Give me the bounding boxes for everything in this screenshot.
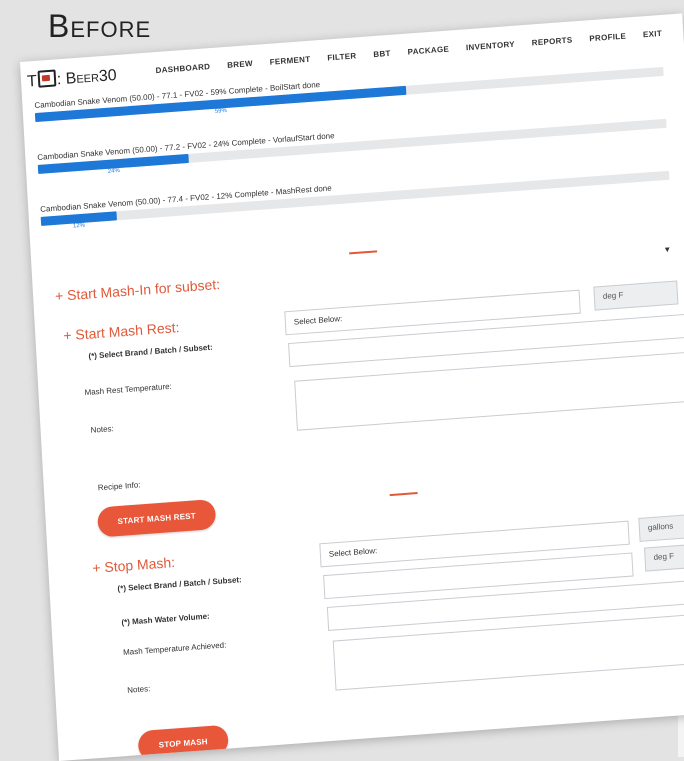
stop-mash-toggle[interactable]: + Stop Mash: [92, 554, 176, 576]
nav-item-reports[interactable]: REPORTS [532, 35, 573, 47]
mash-rest-batch-label: (*) Select Brand / Batch / Subset: [88, 342, 213, 361]
nav-item-profile[interactable]: PROFILE [589, 32, 626, 44]
stop-mash-notes-label: Notes: [126, 684, 151, 695]
nav-item-inventory[interactable]: INVENTORY [466, 40, 515, 53]
chevron-down-icon[interactable]: ▼ [663, 245, 671, 255]
section-divider [349, 250, 378, 255]
banner-title: Before [48, 8, 152, 44]
stop-mash-temp-unit: deg F [643, 542, 684, 572]
progress-text: 59% [214, 107, 228, 115]
nav-item-exit[interactable]: EXIT [643, 29, 662, 39]
stop-mash-temp-label: Mash Temperature Achieved: [122, 640, 227, 658]
stop-mash-batch-label: (*) Select Brand / Batch / Subset: [117, 575, 242, 594]
mash-rest-toggle[interactable]: + Start Mash Rest: [63, 319, 180, 343]
mash-rest-recipe-label: Recipe Info: [97, 480, 141, 493]
mash-rest-temp-unit: deg F [593, 280, 679, 311]
nav-item-ferment[interactable]: FERMENT [269, 55, 310, 67]
nav-item-bbt[interactable]: BBT [373, 49, 391, 59]
app-logo[interactable]: T : Beer30 [27, 65, 118, 92]
nav-item-dashboard[interactable]: DASHBOARD [155, 62, 210, 75]
brand-name: : Beer30 [56, 66, 118, 89]
section-divider [389, 492, 418, 497]
nav-item-package[interactable]: PACKAGE [407, 45, 449, 57]
stop-mash-volume-label: (*) Mash Water Volume: [121, 611, 210, 628]
stop-mash-volume-unit: gallons [638, 512, 684, 542]
mash-in-toggle[interactable]: + Start Mash-In for subset: [55, 276, 221, 304]
mash-rest-notes-label: Notes: [90, 424, 114, 435]
stop-mash-button[interactable]: STOP MASH [137, 724, 229, 761]
app-window: T: Beer30 DASHBOARD BREW FERMENT FILTER … [20, 13, 684, 761]
progress-text: 24% [107, 167, 121, 175]
brand-logo-icon [37, 69, 57, 88]
nav-item-brew[interactable]: BREW [227, 59, 253, 70]
start-mash-rest-button[interactable]: START MASH REST [96, 498, 217, 538]
nav-item-filter[interactable]: FILTER [327, 51, 357, 62]
mash-rest-temp-label: Mash Rest Temperature: [84, 381, 173, 398]
progress-text: 12% [72, 222, 86, 230]
brand-prefix: T [26, 72, 38, 91]
mash-rest-notes-input[interactable] [294, 351, 684, 431]
